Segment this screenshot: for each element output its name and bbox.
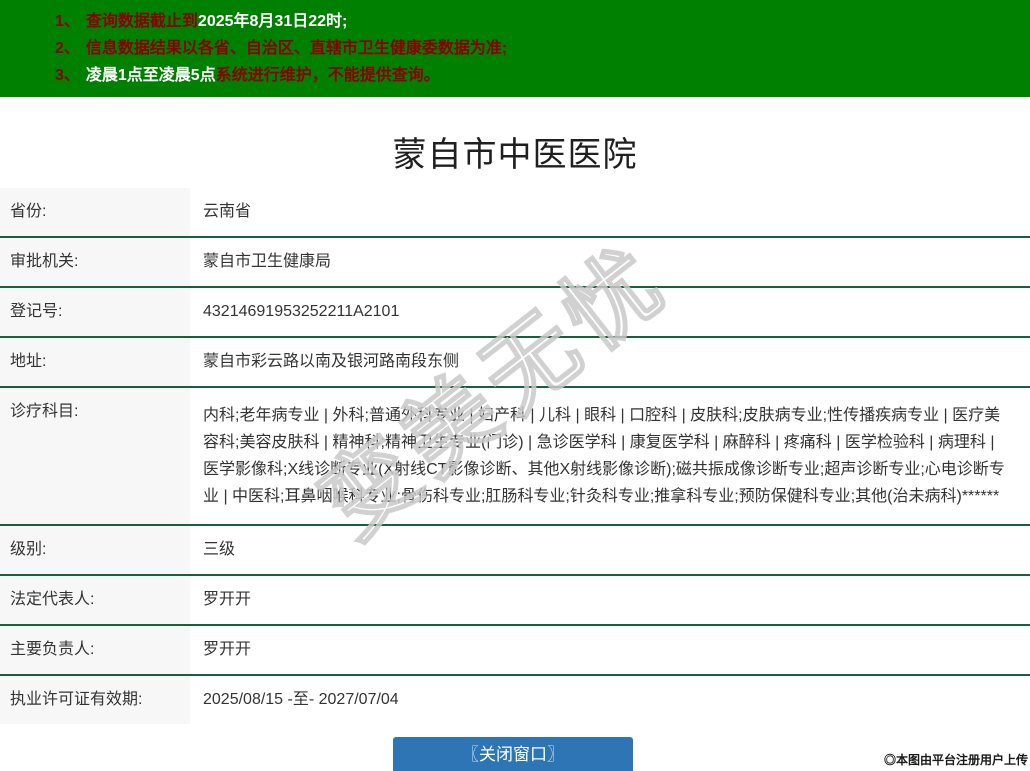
row-label: 级别: (0, 526, 190, 574)
notice-number: 1、 (55, 13, 80, 30)
notice-text: 信息数据结果以各省、自治区、直辖市卫生健康委数据为准; (86, 40, 507, 57)
row-value: 罗开开 (190, 576, 1030, 624)
notice-text-highlight: 2025年8月31日22时; (198, 13, 347, 30)
row-label: 省份: (0, 188, 190, 236)
row-value: 罗开开 (190, 626, 1030, 674)
row-label: 地址: (0, 338, 190, 386)
table-row-license-validity: 执业许可证有效期: 2025/08/15 -至- 2027/07/04 (0, 676, 1030, 724)
upload-credit: ◎本图由平台注册用户上传 (884, 751, 1028, 768)
notice-number: 3、 (55, 67, 80, 84)
row-value: 三级 (190, 526, 1030, 574)
row-value: 2025/08/15 -至- 2027/07/04 (190, 676, 1030, 724)
row-label: 审批机关: (0, 238, 190, 286)
notice-line-3: 3、凌晨1点至凌晨5点系统进行维护，不能提供查询。 (55, 62, 1020, 89)
table-row-registration-number: 登记号: 43214691953252211A2101 (0, 288, 1030, 338)
row-label: 主要负责人: (0, 626, 190, 674)
row-value: 蒙自市彩云路以南及银河路南段东侧 (190, 338, 1030, 386)
row-value: 43214691953252211A2101 (190, 288, 1030, 336)
notice-banner: 1、查询数据截止到2025年8月31日22时; 2、信息数据结果以各省、自治区、… (0, 0, 1030, 97)
row-value: 蒙自市卫生健康局 (190, 238, 1030, 286)
table-row-legal-representative: 法定代表人: 罗开开 (0, 576, 1030, 626)
table-row-approval-authority: 审批机关: 蒙自市卫生健康局 (0, 238, 1030, 288)
close-window-button[interactable]: 〖关闭窗口〗 (393, 737, 633, 771)
row-label: 登记号: (0, 288, 190, 336)
row-label: 法定代表人: (0, 576, 190, 624)
table-row-address: 地址: 蒙自市彩云路以南及银河路南段东侧 (0, 338, 1030, 388)
notice-text-highlight: 凌晨1点至凌晨5点 (86, 67, 216, 84)
table-row-principal: 主要负责人: 罗开开 (0, 626, 1030, 676)
notice-line-2: 2、信息数据结果以各省、自治区、直辖市卫生健康委数据为准; (55, 35, 1020, 62)
hospital-info-table: 省份: 云南省 审批机关: 蒙自市卫生健康局 登记号: 432146919532… (0, 188, 1030, 724)
notice-number: 2、 (55, 40, 80, 57)
row-label: 诊疗科目: (0, 388, 190, 524)
page-title: 蒙自市中医医院 (0, 135, 1030, 175)
notice-line-1: 1、查询数据截止到2025年8月31日22时; (55, 8, 1020, 35)
notice-text: 系统进行维护，不能提供查询。 (216, 67, 440, 84)
notice-text: 查询数据截止到 (86, 13, 198, 30)
row-label: 执业许可证有效期: (0, 676, 190, 724)
table-row-medical-subjects: 诊疗科目: 内科;老年病专业 | 外科;普通外科专业 | 妇产科 | 儿科 | … (0, 388, 1030, 526)
row-value: 云南省 (190, 188, 1030, 236)
table-row-province: 省份: 云南省 (0, 188, 1030, 238)
row-value: 内科;老年病专业 | 外科;普通外科专业 | 妇产科 | 儿科 | 眼科 | 口… (190, 388, 1030, 524)
table-row-level: 级别: 三级 (0, 526, 1030, 576)
